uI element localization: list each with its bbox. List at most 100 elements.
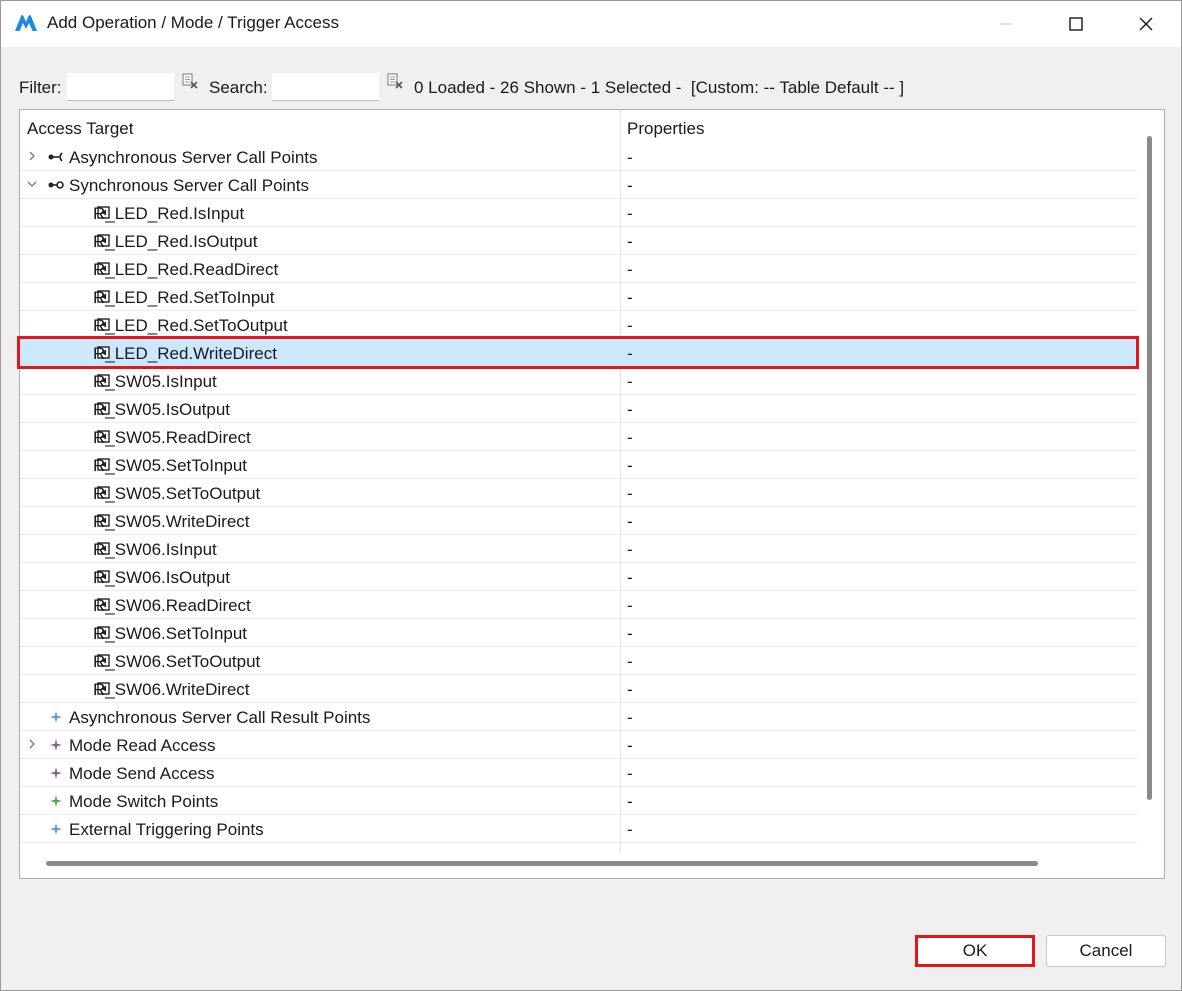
- row-properties: -: [627, 596, 633, 615]
- row-properties: -: [627, 708, 633, 727]
- table-row[interactable]: Asynchronous Server Call Points -: [20, 143, 1138, 171]
- table-row[interactable]: R_SW05.SetToOutput -: [20, 479, 1138, 507]
- row-label: R_SW06.IsOutput: [93, 568, 231, 587]
- close-button[interactable]: [1111, 1, 1181, 47]
- row-properties: -: [627, 484, 633, 503]
- table-row[interactable]: R_SW06.IsOutput -: [20, 563, 1138, 591]
- row-properties: -: [627, 148, 633, 167]
- vertical-scrollbar[interactable]: [1139, 110, 1164, 854]
- row-label: Asynchronous Server Call Result Points: [69, 708, 371, 727]
- table-row[interactable]: R_SW06.ReadDirect -: [20, 591, 1138, 619]
- column-header-access-target[interactable]: Access Target: [27, 119, 133, 139]
- table-row[interactable]: R_LED_Red.IsOutput -: [20, 227, 1138, 255]
- row-properties: -: [627, 288, 633, 307]
- table-rows: Asynchronous Server Call Points - Synchron…: [20, 143, 1138, 843]
- horizontal-scroll-thumb[interactable]: [46, 861, 1038, 866]
- row-label: Synchronous Server Call Points: [69, 176, 310, 195]
- row-label: R_LED_Red.IsOutput: [93, 232, 258, 251]
- row-label: R_LED_Red.IsInput: [93, 204, 245, 223]
- table-row[interactable]: R_SW05.IsInput -: [20, 367, 1138, 395]
- row-properties: -: [627, 456, 633, 475]
- maximize-button[interactable]: [1041, 1, 1111, 47]
- chevron-right-icon[interactable]: [26, 738, 38, 750]
- dialog-window: Add Operation / Mode / Trigger Access Fi…: [0, 0, 1182, 991]
- title-bar: Add Operation / Mode / Trigger Access: [1, 1, 1181, 47]
- row-properties: -: [627, 260, 633, 279]
- row-label: R_LED_Red.WriteDirect: [93, 344, 277, 363]
- clear-search-icon[interactable]: [387, 73, 403, 89]
- row-label: External Triggering Points: [69, 820, 264, 839]
- row-properties: -: [627, 204, 633, 223]
- table-row[interactable]: R_LED_Red.SetToOutput -: [20, 311, 1138, 339]
- row-properties: -: [627, 512, 633, 531]
- row-label: R_LED_Red.SetToOutput: [93, 316, 288, 335]
- table-row[interactable]: External Triggering Points -: [20, 815, 1138, 843]
- result-point-icon: [50, 711, 62, 723]
- table-row[interactable]: Mode Switch Points -: [20, 787, 1138, 815]
- table-row[interactable]: R_SW05.IsOutput -: [20, 395, 1138, 423]
- access-target-table: Access Target Properties Asynchronous Se…: [19, 109, 1165, 879]
- row-label: R_LED_Red.ReadDirect: [93, 260, 279, 279]
- table-row[interactable]: R_SW05.SetToInput -: [20, 451, 1138, 479]
- table-row[interactable]: Synchronous Server Call Points -: [20, 171, 1138, 199]
- column-header-properties[interactable]: Properties: [627, 119, 704, 139]
- mode-send-icon: [50, 767, 62, 779]
- row-properties: -: [627, 372, 633, 391]
- minimize-button[interactable]: [971, 1, 1041, 47]
- minimize-icon: [1000, 23, 1012, 25]
- row-properties: -: [627, 316, 633, 335]
- table-row[interactable]: R_SW06.SetToInput -: [20, 619, 1138, 647]
- table-row[interactable]: R_SW06.WriteDirect -: [20, 675, 1138, 703]
- row-label: Asynchronous Server Call Points: [69, 148, 318, 167]
- table-row[interactable]: R_LED_Red.WriteDirect -: [20, 339, 1138, 367]
- row-properties: -: [627, 568, 633, 587]
- cancel-button[interactable]: Cancel: [1046, 935, 1166, 967]
- table-row[interactable]: R_SW06.SetToOutput -: [20, 647, 1138, 675]
- row-properties: -: [627, 176, 633, 195]
- row-properties: -: [627, 792, 633, 811]
- table-row[interactable]: R_SW06.IsInput -: [20, 535, 1138, 563]
- app-logo-icon: [15, 15, 37, 31]
- async-call-icon: [48, 152, 63, 162]
- row-label: R_SW05.IsInput: [93, 372, 217, 391]
- chevron-down-icon[interactable]: [26, 178, 38, 190]
- table-row[interactable]: R_LED_Red.ReadDirect -: [20, 255, 1138, 283]
- row-label: Mode Send Access: [69, 764, 215, 783]
- table-row[interactable]: Mode Send Access -: [20, 759, 1138, 787]
- row-label: R_SW05.SetToInput: [93, 456, 248, 475]
- table-row[interactable]: R_LED_Red.IsInput -: [20, 199, 1138, 227]
- row-label: R_SW06.SetToOutput: [93, 652, 261, 671]
- table-row[interactable]: R_LED_Red.SetToInput -: [20, 283, 1138, 311]
- clear-filter-icon[interactable]: [182, 73, 198, 89]
- row-properties: -: [627, 736, 633, 755]
- vertical-scroll-thumb[interactable]: [1147, 136, 1152, 800]
- row-properties: -: [627, 652, 633, 671]
- row-properties: -: [627, 428, 633, 447]
- trigger-point-icon: [50, 823, 62, 835]
- ok-button[interactable]: OK: [915, 935, 1035, 967]
- row-properties: -: [627, 540, 633, 559]
- table-row[interactable]: R_SW05.ReadDirect -: [20, 423, 1138, 451]
- row-label: R_SW05.WriteDirect: [93, 512, 250, 531]
- search-input[interactable]: [272, 73, 379, 101]
- close-icon: [1139, 17, 1153, 31]
- row-properties: -: [627, 400, 633, 419]
- filter-label: Filter:: [19, 78, 62, 97]
- row-label: R_LED_Red.SetToInput: [93, 288, 275, 307]
- row-label: Mode Read Access: [69, 736, 216, 755]
- table-header: Access Target Properties: [20, 110, 1138, 143]
- row-label: R_SW05.ReadDirect: [93, 428, 251, 447]
- sync-call-icon: [48, 181, 64, 189]
- row-properties: -: [627, 624, 633, 643]
- table-row[interactable]: R_SW05.WriteDirect -: [20, 507, 1138, 535]
- row-properties: -: [627, 232, 633, 251]
- window-title: Add Operation / Mode / Trigger Access: [47, 13, 339, 32]
- row-label: R_SW05.IsOutput: [93, 400, 231, 419]
- horizontal-scrollbar[interactable]: [20, 854, 1164, 878]
- row-label: R_SW06.WriteDirect: [93, 680, 250, 699]
- row-properties: -: [627, 344, 633, 363]
- filter-input[interactable]: [67, 73, 174, 101]
- chevron-right-icon[interactable]: [26, 150, 38, 162]
- table-row[interactable]: Asynchronous Server Call Result Points -: [20, 703, 1138, 731]
- table-row[interactable]: Mode Read Access -: [20, 731, 1138, 759]
